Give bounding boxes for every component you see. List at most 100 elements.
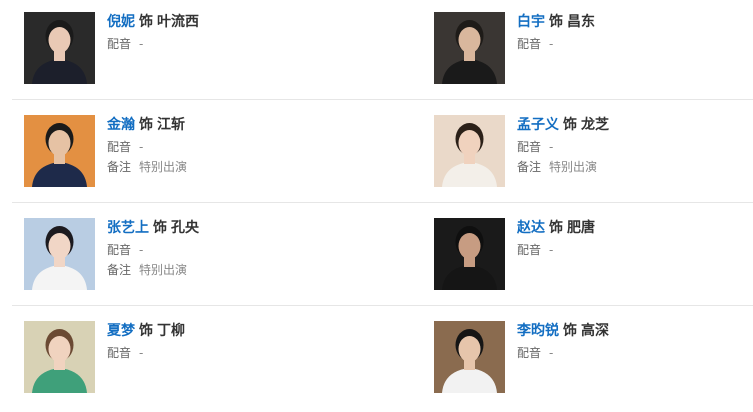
portrait-face — [48, 336, 71, 362]
cast-card: 赵达饰肥唐 配音 - — [434, 206, 753, 306]
cast-card: 倪妮饰叶流西 配音 - — [24, 0, 344, 100]
actor-photo[interactable] — [434, 12, 505, 84]
name-line: 张艺上饰孔央 — [107, 218, 337, 238]
dubbing-label: 配音 — [107, 243, 132, 257]
actor-name-link[interactable]: 倪妮 — [107, 14, 135, 30]
cast-info: 张艺上饰孔央 配音 - 备注 特别出演 — [107, 218, 337, 278]
name-line: 李昀锐饰高深 — [517, 321, 747, 341]
cast-info: 赵达饰肥唐 配音 - — [517, 218, 747, 258]
dubbing-label: 配音 — [517, 243, 542, 257]
role-name: 龙芝 — [581, 117, 609, 133]
role-name: 丁柳 — [157, 323, 185, 339]
actor-name-link[interactable]: 孟子义 — [517, 117, 559, 133]
portrait-image — [434, 321, 505, 393]
dubbing-line: 配音 - — [517, 139, 747, 155]
dubbing-label: 配音 — [107, 346, 132, 360]
portrait-face — [48, 233, 71, 259]
name-line: 白宇饰昌东 — [517, 12, 747, 32]
dubbing-label: 配音 — [107, 140, 132, 154]
dubbing-value: - — [139, 140, 144, 154]
as-label: 饰 — [139, 117, 153, 133]
note-label: 备注 — [107, 263, 132, 277]
dubbing-line: 配音 - — [517, 345, 747, 361]
dubbing-label: 配音 — [517, 346, 542, 360]
dubbing-value: - — [139, 243, 144, 257]
dubbing-value: - — [139, 37, 144, 51]
actor-name-link[interactable]: 张艺上 — [107, 220, 149, 236]
dubbing-line: 配音 - — [517, 242, 747, 258]
actor-name-link[interactable]: 金瀚 — [107, 117, 135, 133]
row-divider — [12, 99, 753, 100]
name-line: 金瀚饰江斩 — [107, 115, 337, 135]
portrait-image — [24, 12, 95, 84]
dubbing-label: 配音 — [107, 37, 132, 51]
portrait-face — [458, 27, 481, 53]
cast-card: 夏梦饰丁柳 配音 - — [24, 309, 344, 409]
as-label: 饰 — [549, 220, 563, 236]
cast-card: 金瀚饰江斩 配音 - 备注 特别出演 — [24, 103, 344, 203]
actor-photo[interactable] — [24, 218, 95, 290]
role-name: 高深 — [581, 323, 609, 339]
actor-photo[interactable] — [24, 115, 95, 187]
portrait-face — [458, 130, 481, 156]
cast-row: 金瀚饰江斩 配音 - 备注 特别出演 孟子义饰龙芝 配音 - 备注 特别出演 — [0, 103, 753, 206]
as-label: 饰 — [153, 220, 167, 236]
cast-row: 夏梦饰丁柳 配音 - 李昀锐饰高深 配音 - — [0, 309, 753, 412]
actor-name-link[interactable]: 白宇 — [517, 14, 545, 30]
as-label: 饰 — [139, 323, 153, 339]
dubbing-line: 配音 - — [517, 36, 747, 52]
note-label: 备注 — [517, 160, 542, 174]
name-line: 孟子义饰龙芝 — [517, 115, 747, 135]
dubbing-label: 配音 — [517, 140, 542, 154]
actor-photo[interactable] — [434, 115, 505, 187]
cast-card: 张艺上饰孔央 配音 - 备注 特别出演 — [24, 206, 344, 306]
dubbing-line: 配音 - — [107, 139, 337, 155]
portrait-face — [458, 336, 481, 362]
cast-info: 夏梦饰丁柳 配音 - — [107, 321, 337, 361]
as-label: 饰 — [563, 323, 577, 339]
note-line: 备注 特别出演 — [107, 159, 337, 175]
role-name: 肥唐 — [567, 220, 595, 236]
role-name: 江斩 — [157, 117, 185, 133]
name-line: 赵达饰肥唐 — [517, 218, 747, 238]
dubbing-value: - — [549, 37, 554, 51]
portrait-image — [24, 218, 95, 290]
actor-photo[interactable] — [24, 321, 95, 393]
dubbing-line: 配音 - — [107, 242, 337, 258]
note-value: 特别出演 — [549, 160, 598, 174]
cast-card: 李昀锐饰高深 配音 - — [434, 309, 753, 409]
actor-photo[interactable] — [24, 12, 95, 84]
cast-info: 李昀锐饰高深 配音 - — [517, 321, 747, 361]
row-divider — [12, 202, 753, 203]
note-label: 备注 — [107, 160, 132, 174]
cast-info: 孟子义饰龙芝 配音 - 备注 特别出演 — [517, 115, 747, 175]
as-label: 饰 — [139, 14, 153, 30]
portrait-image — [434, 218, 505, 290]
dubbing-value: - — [549, 243, 554, 257]
portrait-image — [434, 12, 505, 84]
cast-list: 倪妮饰叶流西 配音 - 白宇饰昌东 配音 - 金瀚 饰 江斩 配音 - 备注 特… — [0, 0, 753, 404]
name-line: 倪妮饰叶流西 — [107, 12, 337, 32]
actor-photo[interactable] — [434, 218, 505, 290]
cast-card: 孟子义饰龙芝 配音 - 备注 特别出演 — [434, 103, 753, 203]
role-name: 孔央 — [171, 220, 199, 236]
actor-name-link[interactable]: 赵达 — [517, 220, 545, 236]
note-line: 备注 特别出演 — [517, 159, 747, 175]
dubbing-value: - — [549, 140, 554, 154]
portrait-face — [458, 233, 481, 259]
actor-name-link[interactable]: 李昀锐 — [517, 323, 559, 339]
role-name: 叶流西 — [157, 14, 199, 30]
name-line: 夏梦饰丁柳 — [107, 321, 337, 341]
note-value: 特别出演 — [139, 160, 188, 174]
cast-card: 白宇饰昌东 配音 - — [434, 0, 753, 100]
dubbing-value: - — [549, 346, 554, 360]
portrait-image — [24, 115, 95, 187]
as-label: 饰 — [549, 14, 563, 30]
actor-name-link[interactable]: 夏梦 — [107, 323, 135, 339]
note-value: 特别出演 — [139, 263, 188, 277]
portrait-image — [434, 115, 505, 187]
portrait-face — [48, 130, 71, 156]
cast-info: 白宇饰昌东 配音 - — [517, 12, 747, 52]
actor-photo[interactable] — [434, 321, 505, 393]
cast-info: 金瀚饰江斩 配音 - 备注 特别出演 — [107, 115, 337, 175]
